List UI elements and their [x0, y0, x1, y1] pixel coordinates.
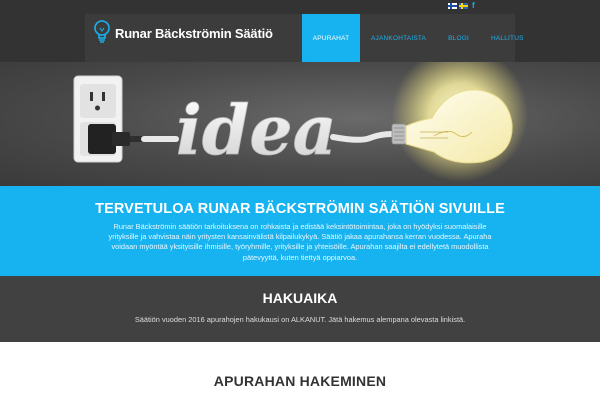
- plug-icon: [88, 124, 144, 154]
- finland-flag-icon[interactable]: [448, 3, 457, 9]
- facebook-icon[interactable]: f: [472, 2, 475, 10]
- hero-banner: idea: [0, 62, 600, 186]
- welcome-text: Runar Bäckströmin säätiön tarkoituksena …: [108, 222, 492, 262]
- hero-illustration: idea: [73, 62, 528, 182]
- grant-application-section: APURAHAN HAKEMINEN: [0, 342, 600, 400]
- welcome-section: TERVETULOA RUNAR BÄCKSTRÖMIN SÄÄTIÖN SIV…: [0, 186, 600, 276]
- lightbulb-logo-icon: [94, 20, 110, 43]
- application-period-title: HAKUAIKA: [262, 290, 338, 306]
- site-name: Runar Bäckströmin Säätiö: [115, 25, 273, 41]
- nav-item-hallitus[interactable]: HALLITUS: [480, 14, 535, 62]
- nav-item-apurahat[interactable]: APURAHAT: [302, 14, 360, 68]
- grant-application-title: APURAHAN HAKEMINEN: [213, 373, 387, 389]
- sweden-flag-icon[interactable]: [459, 3, 468, 9]
- main-nav: APURAHAT AJANKOHTAISTA BLOGI HALLITUS: [302, 14, 535, 68]
- nav-item-blogi[interactable]: BLOGI: [437, 14, 480, 62]
- site-logo-link[interactable]: Runar Bäckströmin Säätiö: [93, 18, 273, 48]
- welcome-title: TERVETULOA RUNAR BÄCKSTRÖMIN SÄÄTIÖN SIV…: [95, 201, 505, 217]
- nav-item-ajankohtaista[interactable]: AJANKOHTAISTA: [360, 14, 437, 62]
- hero-word: idea: [176, 91, 337, 171]
- application-period-section: HAKUAIKA Säätiön vuoden 2016 apurahojen …: [0, 276, 600, 342]
- application-period-text: Säätiön vuoden 2016 apurahojen hakukausi…: [134, 315, 466, 324]
- language-switcher: f: [448, 2, 475, 10]
